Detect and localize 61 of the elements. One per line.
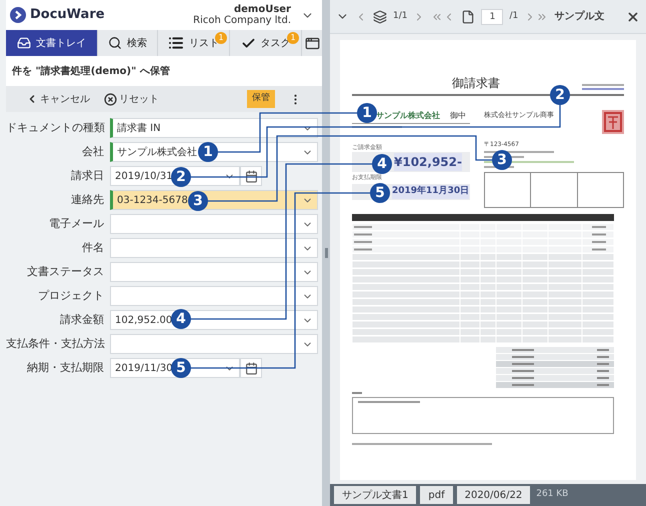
reset-icon <box>104 92 117 106</box>
nav-tab[interactable]: 文書トレイ <box>6 30 98 56</box>
invoice-title: 御請求書 <box>452 75 500 92</box>
field-value: 2019/10/31 <box>115 170 173 184</box>
field-label: 会社 <box>81 144 105 160</box>
status-chip: サンプル文書1 <box>334 486 416 504</box>
bundle-counter: 1/1 <box>393 10 408 23</box>
field-label: 文書ステータス <box>26 264 105 280</box>
list-icon <box>168 35 184 51</box>
status-chip: 2020/06/22 <box>456 486 530 504</box>
store-title: 件を "請求書処理(demo)" へ保管 <box>12 64 170 78</box>
field-value: サンプル株式会社 <box>117 146 197 160</box>
page-input[interactable]: 1 <box>481 8 504 24</box>
field-value: 03-1234-5678 <box>117 194 188 208</box>
field-label: 請求金額 <box>59 312 105 328</box>
search-icon <box>108 36 122 50</box>
select-field[interactable]: 請求書 IN <box>110 118 318 138</box>
field-label: 電子メール <box>48 216 105 232</box>
seal-drawing <box>602 110 624 134</box>
count-badge: 1 <box>215 32 227 44</box>
field-label: 件名 <box>81 240 105 256</box>
field-label: 請求日 <box>70 168 105 184</box>
layers-icon <box>373 10 387 24</box>
field-label: 納期・支払期限 <box>26 360 105 376</box>
document-name: サンプル文 <box>554 9 604 24</box>
field-label: 支払条件・支払方法 <box>6 336 106 352</box>
splitter-handle[interactable] <box>324 248 328 258</box>
window-icon[interactable] <box>304 36 320 50</box>
recipient-name: サンプル株式会社 <box>376 110 440 122</box>
status-chip: pdf <box>420 486 453 504</box>
page-icon <box>461 10 476 24</box>
company-name: Ricoh Company ltd. <box>193 15 291 26</box>
close-icon[interactable] <box>626 10 640 24</box>
store-button[interactable]: 保管 <box>247 90 275 108</box>
select-field[interactable] <box>110 262 318 282</box>
due-date: 2019年11月30日 <box>392 185 470 199</box>
tray-icon <box>17 36 31 50</box>
field-value: 2019/11/30 <box>115 362 173 376</box>
count-badge: 1 <box>287 32 299 44</box>
text-line-drawing <box>582 84 624 86</box>
field-value: 請求書 IN <box>117 122 161 136</box>
reset-button[interactable]: リセット <box>104 92 159 106</box>
select-field[interactable] <box>110 334 318 354</box>
user-name: demoUser <box>234 4 291 15</box>
calendar-icon[interactable] <box>244 170 258 182</box>
field-label: ドキュメントの種類 <box>6 120 106 136</box>
logo-icon <box>10 7 26 23</box>
honorific: 御中 <box>450 110 466 122</box>
page-total: /1 <box>509 10 518 23</box>
calendar-icon[interactable] <box>244 362 258 374</box>
file-size: 261 KB <box>536 488 568 502</box>
cancel-button[interactable]: キャンセル <box>26 92 90 106</box>
select-field[interactable] <box>110 286 318 306</box>
field-value: 102,952.00 <box>115 314 172 328</box>
field-label: 連絡先 <box>70 192 105 208</box>
text-line-drawing <box>582 88 624 90</box>
logo-text: DocuWare <box>30 6 105 24</box>
select-field[interactable] <box>110 214 318 234</box>
invoice-amount: ¥102,952- <box>394 153 462 171</box>
select-field[interactable] <box>110 238 318 258</box>
field-label: プロジェクト <box>37 288 105 304</box>
